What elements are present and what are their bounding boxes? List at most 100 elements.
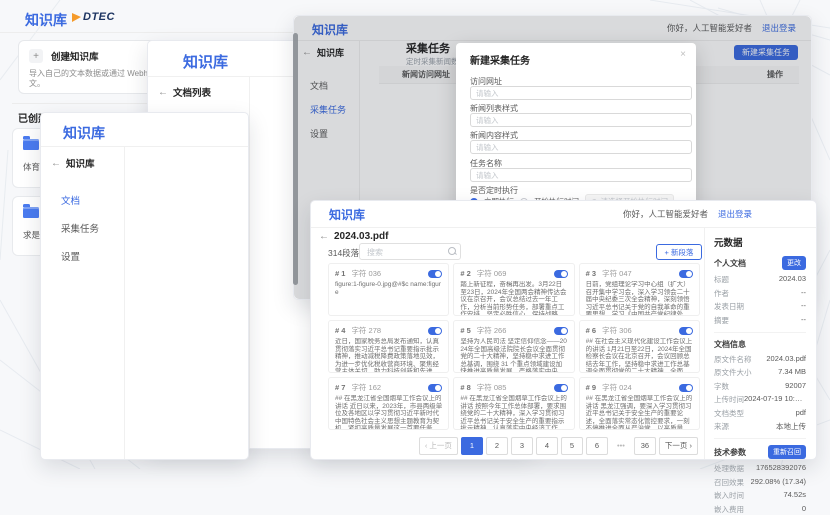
meta-value: 2024-07-19 10:46:26 [744,394,806,405]
field-task-name-input[interactable] [470,168,692,182]
pagination-prev[interactable]: ‹ 上一页 [419,437,458,455]
sidebar-item-tasks[interactable]: 采集任务 [61,221,99,235]
pagination-page-36[interactable]: 36 [634,437,656,455]
pagination-page-5[interactable]: 5 [561,437,583,455]
paragraph-index: # 3 [586,269,596,278]
paragraph-card[interactable]: # 9字符 024 ## 在黑龙江省全国烟草工作会议上的讲话 黑龙江强调，要深入… [579,377,700,430]
paragraph-text: ## 在黑龙江省全国烟草工作会议上的讲话 按照今年工作总体部署，要求围绕党的二十… [460,395,567,430]
pagination-next[interactable]: 下一页 › [659,437,698,455]
window-title: 知识库 [329,206,365,223]
paragraph-card[interactable]: # 7字符 162 ## 在黑龙江省全国烟草工作会议上的讲话 近日以来，2023… [328,377,449,430]
pagination-ellipsis[interactable]: ••• [611,438,631,454]
document-title: 2024.03.pdf [334,231,388,242]
char-count: 字符 266 [477,325,507,336]
paragraph-toggle[interactable] [428,270,442,278]
paragraph-card[interactable]: # 3 字符 047 日前，党组理论学习中心组（扩大）召开集中学习会，深入学习领会… [579,263,700,316]
pagination-page-4[interactable]: 4 [536,437,558,455]
field-list-style-input[interactable] [470,113,692,127]
paragraph-text: 近日，国家税务总局发布通知，认真贯彻落实习近平总书记重要指示批示精神，推动减税降… [335,338,442,373]
paragraph-toggle[interactable] [554,270,568,278]
pagination-page-1[interactable]: 1 [461,437,483,455]
paragraph-index: # 4 [335,326,345,335]
char-count: 字符 278 [351,325,381,336]
metadata-heading: 元数据 [714,235,806,249]
paragraph-index: # 8 [460,383,470,392]
user-greeting: 你好，人工智能爱好者 [623,208,708,220]
scrollbar[interactable] [293,33,298,285]
paragraph-text: 踏上新征程，奋楫再出发。3月22日至23日，2024年全国两会精神传达会议在京召… [460,281,567,316]
pagination-page-2[interactable]: 2 [486,437,508,455]
metadata-panel: 元数据 个人文档 更改 标题2024.03 作者-- 发表日期-- 摘要-- 文… [704,227,815,459]
pagination: ‹ 上一页 1 2 3 4 5 6 ••• 36 下一页 › [419,437,698,455]
paragraph-text: ## 在社会主义现代化建设工作会议上的讲话 1月21日至22日，2024年全国检… [586,338,693,373]
char-count: 字符 047 [602,268,632,279]
search-icon [448,247,456,255]
meta-label: 原文件大小 [714,367,752,378]
paragraph-toggle[interactable] [679,270,693,278]
meta-label: 嵌入费用 [714,504,744,515]
char-count: 字符 085 [477,382,507,393]
paragraph-card[interactable]: # 6字符 306 ## 在社会主义现代化建设工作会议上的讲话 1月21日至22… [579,320,700,373]
paragraph-toggle[interactable] [679,327,693,335]
sidebar-divider [249,76,250,448]
window-document-viewer: 知识库 你好，人工智能爱好者 退出登录 ← 2024.03.pdf 314段落 … [310,200,817,460]
meta-value: 本地上传 [776,421,806,432]
edit-metadata-button[interactable]: 更改 [782,256,806,270]
back-doclist[interactable]: ← 文档列表 [158,85,211,99]
user-bar: 你好，人工智能爱好者 退出登录 [623,208,752,220]
paragraph-text: figure:1-figure-0.jpg@#$c name:figure [335,281,442,296]
paragraph-toggle[interactable] [428,327,442,335]
back-arrow-icon: ← [319,231,329,242]
app-title: 知识库 [25,10,67,30]
meta-label: 发表日期 [714,301,744,312]
pagination-page-6[interactable]: 6 [586,437,608,455]
paragraph-card[interactable]: # 2字符 069 踏上新征程，奋楫再出发。3月22日至23日，2024年全国两… [453,263,574,316]
add-paragraph-label: 新段落 [671,247,694,258]
meta-label: 作者 [714,288,729,299]
create-kb-label: 创建知识库 [51,49,99,63]
sidebar-item-documents[interactable]: 文档 [61,193,80,207]
kb-card-name: 体育 [23,161,40,173]
paragraph-card[interactable]: # 8 字符 085 ## 在黑龙江省全国烟草工作会议上的讲话 按照今年工作总体部… [453,377,574,430]
meta-value: 2024.03 [779,274,806,285]
divider [714,332,806,333]
header-divider [41,146,248,147]
doc-section-label: 个人文档 [714,258,746,269]
paragraph-text: 坚持为人民司法 坚定信仰信念——2024年全国高级法院院长会议全面贯彻党的二十大… [460,338,567,373]
field-content-style-input[interactable] [470,140,692,154]
back-arrow-icon: ← [158,87,168,98]
folder-icon [23,207,39,218]
paragraph-card[interactable]: # 4 字符 278 近日，国家税务总局发布通知，认真贯彻落实习近平总书记重要指示… [328,320,449,373]
char-count: 字符 306 [602,325,632,336]
pagination-page-3[interactable]: 3 [511,437,533,455]
meta-value: 0 [802,504,806,515]
add-paragraph-button[interactable]: + 新段落 [656,244,702,260]
tech-section-label: 技术参数 [714,447,746,458]
meta-value: 74.52s [783,490,806,501]
info-section-label: 文档信息 [714,339,746,350]
field-url-input[interactable] [470,86,692,100]
plus-icon: + [29,49,43,63]
paragraph-toggle[interactable] [679,384,693,392]
meta-label: 召回效果 [714,477,744,488]
paragraph-card[interactable]: # 5字符 266 坚持为人民司法 坚定信仰信念——2024年全国高级法院院长会… [453,320,574,373]
sidebar-item-settings[interactable]: 设置 [61,249,80,263]
paragraph-index: # 9 [586,383,596,392]
search-input[interactable] [365,245,447,259]
back-button[interactable]: ← 2024.03.pdf [319,231,388,242]
paragraph-toggle[interactable] [428,384,442,392]
back-kb[interactable]: ← 知识库 [51,156,95,170]
paragraph-toggle[interactable] [554,327,568,335]
logout-link[interactable]: 退出登录 [718,208,752,220]
paragraph-card[interactable]: # 1字符 036 figure:1-figure-0.jpg@#$c name… [328,263,449,316]
paragraph-index: # 2 [460,269,470,278]
divider [714,438,806,439]
recall-button[interactable]: 重新召回 [768,445,806,459]
header-divider [0,32,300,33]
meta-label: 字数 [714,381,729,392]
window-title: 知识库 [63,123,105,143]
paragraph-text: 日前，党组理论学习中心组（扩大）召开集中学习会，深入学习领会二十届中央纪委三次全… [586,281,693,316]
meta-value: -- [801,315,806,326]
close-icon[interactable]: × [680,49,686,60]
paragraph-toggle[interactable] [554,384,568,392]
